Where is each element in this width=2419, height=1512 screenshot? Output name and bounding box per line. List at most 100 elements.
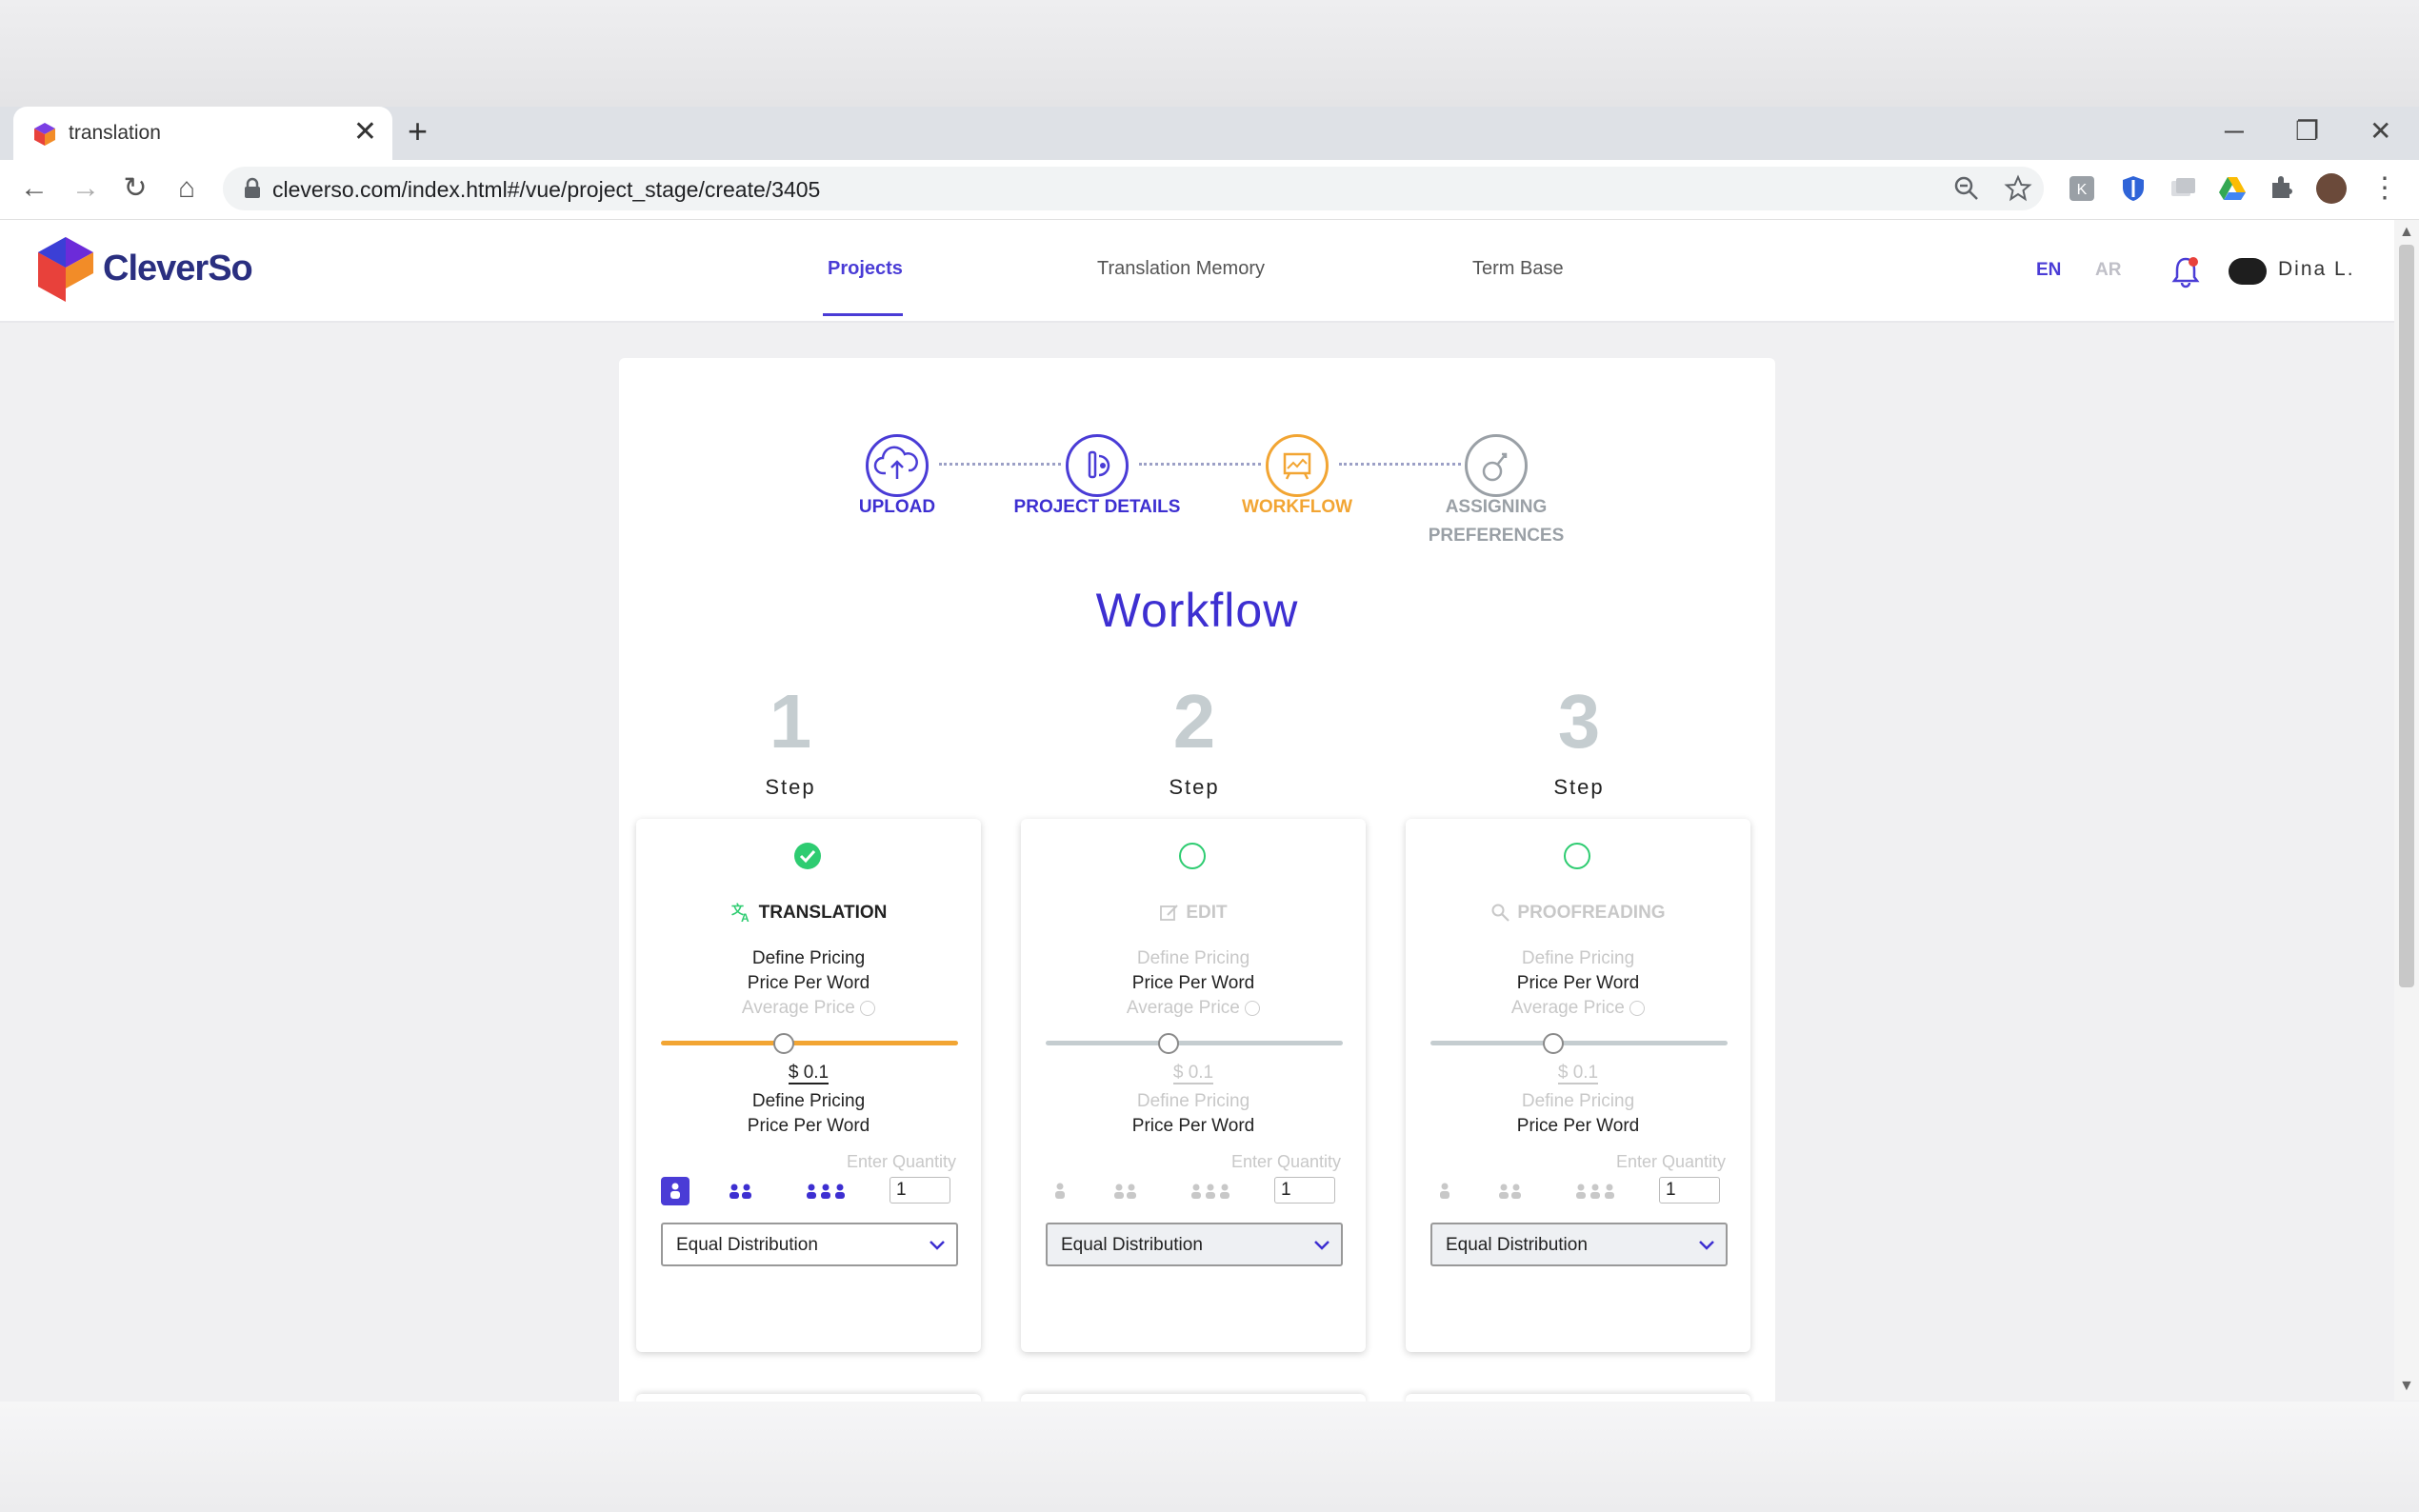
tab-close-icon[interactable]: ✕ xyxy=(353,116,377,149)
price-text: $ 0.1 xyxy=(1172,1063,1214,1084)
quantity-input[interactable]: 1 xyxy=(1659,1177,1720,1204)
nav-term-base[interactable]: Term Base xyxy=(1472,258,1564,280)
forward-button[interactable]: → xyxy=(69,171,103,206)
window-close-button[interactable]: ✕ xyxy=(2369,114,2391,149)
empty-circle-icon[interactable] xyxy=(1563,842,1591,870)
define-pricing-label: Define Pricing xyxy=(1136,948,1250,968)
extension-gray-icon[interactable] xyxy=(2168,173,2198,204)
svg-text:K: K xyxy=(2077,182,2088,198)
notification-bell-icon[interactable] xyxy=(2169,254,2202,288)
price-slider-knob[interactable] xyxy=(1157,1033,1179,1054)
address-bar[interactable]: cleverso.com/index.html#/vue/project_sta… xyxy=(223,167,2044,210)
translate-icon: 文 A xyxy=(731,903,750,924)
three-users-button[interactable] xyxy=(1571,1177,1619,1205)
stepper-upload-circle[interactable] xyxy=(866,434,929,497)
home-button[interactable]: ⌂ xyxy=(170,171,204,206)
tab-title: translation xyxy=(69,122,161,144)
quantity-input[interactable]: 1 xyxy=(890,1177,950,1204)
price-per-word-label-2: Price Per Word xyxy=(1516,1116,1640,1136)
step-number: 3 xyxy=(1557,679,1601,764)
nav-projects[interactable]: Projects xyxy=(828,258,903,280)
define-pricing-label: Define Pricing xyxy=(1521,948,1635,968)
enter-quantity-label: Enter Quantity xyxy=(1615,1152,1726,1171)
preferences-icon xyxy=(1482,452,1508,482)
price-slider-track[interactable] xyxy=(1430,1041,1728,1045)
profile-avatar[interactable] xyxy=(2316,173,2347,204)
distribution-select[interactable]: Equal Distribution xyxy=(1046,1223,1343,1266)
user-avatar[interactable] xyxy=(2229,258,2267,285)
card-title-text: EDIT xyxy=(1186,903,1228,924)
browser-menu-icon[interactable]: ⋮ xyxy=(2368,171,2402,206)
screen-bottom-area xyxy=(0,1402,2419,1512)
cleverso-logo-icon[interactable] xyxy=(36,235,95,304)
page-scrollbar[interactable]: ▲ ▼ xyxy=(2394,220,2419,1401)
stepper-preferences-circle[interactable] xyxy=(1465,434,1528,497)
lang-en-button[interactable]: EN xyxy=(2036,260,2061,281)
price-slider-knob[interactable] xyxy=(772,1033,794,1054)
single-user-button[interactable] xyxy=(1430,1177,1459,1205)
stepper-preferences-label-line2: PREFERENCES xyxy=(1428,526,1565,546)
info-icon[interactable] xyxy=(1245,1000,1261,1016)
quantity-input[interactable]: 1 xyxy=(1274,1177,1335,1204)
single-user-button[interactable] xyxy=(661,1177,690,1205)
scroll-thumb[interactable] xyxy=(2399,245,2414,987)
magnifier-icon xyxy=(1491,904,1510,922)
price-per-word-label: Price Per Word xyxy=(747,973,870,993)
chevron-down-icon xyxy=(1314,1241,1329,1250)
extension-k-icon[interactable]: K xyxy=(2067,173,2097,204)
check-circle-icon[interactable] xyxy=(793,842,822,870)
scroll-up-icon[interactable]: ▲ xyxy=(2399,224,2414,241)
distribution-value: Equal Distribution xyxy=(676,1235,818,1255)
price-slider-track[interactable] xyxy=(661,1041,958,1045)
info-icon[interactable] xyxy=(860,1000,876,1016)
average-price-label: Average Price xyxy=(636,998,981,1019)
price-slider-knob[interactable] xyxy=(1542,1033,1564,1054)
three-users-button[interactable] xyxy=(1187,1177,1234,1205)
logo-text[interactable]: CleverSo xyxy=(103,249,253,289)
zoom-icon[interactable] xyxy=(1952,174,1981,203)
screen-top-area xyxy=(0,0,2419,107)
extensions-puzzle-icon[interactable] xyxy=(2267,173,2297,204)
distribution-value: Equal Distribution xyxy=(1061,1235,1203,1255)
stepper-workflow-circle[interactable] xyxy=(1266,434,1329,497)
shield-icon[interactable] xyxy=(2118,173,2149,204)
reload-button[interactable]: ↻ xyxy=(118,171,152,206)
edit-icon xyxy=(1160,905,1179,921)
three-users-button[interactable] xyxy=(802,1177,850,1205)
single-user-button[interactable] xyxy=(1046,1177,1074,1205)
user-name[interactable]: Dina L. xyxy=(2278,258,2355,281)
two-users-button[interactable] xyxy=(1493,1177,1528,1205)
nav-translation-memory[interactable]: Translation Memory xyxy=(1097,258,1265,280)
card-title: PROOFREADING xyxy=(1406,903,1750,924)
distribution-select[interactable]: Equal Distribution xyxy=(661,1223,958,1266)
price-value: $ 0.1 xyxy=(1021,1063,1366,1084)
two-users-button[interactable] xyxy=(724,1177,758,1205)
workflow-icon xyxy=(1283,452,1311,480)
define-pricing-label-2: Define Pricing xyxy=(751,1091,866,1111)
browser-tab[interactable]: translation ✕ xyxy=(13,107,392,160)
restore-button[interactable]: ❐ xyxy=(2295,114,2319,149)
lang-ar-button[interactable]: AR xyxy=(2095,260,2121,281)
step-label: Step xyxy=(1553,775,1605,799)
card-title-text: TRANSLATION xyxy=(758,903,888,924)
bookmark-star-icon[interactable] xyxy=(2004,174,2032,203)
average-price-text: Average Price xyxy=(1126,998,1240,1018)
card-title-text: PROOFREADING xyxy=(1517,903,1666,924)
back-button[interactable]: ← xyxy=(17,171,51,206)
price-slider-track[interactable] xyxy=(1046,1041,1343,1045)
distribution-select[interactable]: Equal Distribution xyxy=(1430,1223,1728,1266)
step-card-proofreading: PROOFREADING Define Pricing Price Per Wo… xyxy=(1406,819,1750,1352)
minimize-button[interactable]: ─ xyxy=(2225,114,2244,149)
stepper-project-details-circle[interactable] xyxy=(1066,434,1129,497)
define-pricing-label-2: Define Pricing xyxy=(1136,1091,1250,1111)
info-icon[interactable] xyxy=(1629,1000,1646,1016)
empty-circle-icon[interactable] xyxy=(1178,842,1207,870)
scroll-down-icon[interactable]: ▼ xyxy=(2399,1378,2414,1395)
two-users-button[interactable] xyxy=(1109,1177,1143,1205)
browser-tabstrip: translation ✕ + ─ ❐ ✕ xyxy=(0,107,2419,160)
average-price-text: Average Price xyxy=(1510,998,1625,1018)
new-tab-button[interactable]: + xyxy=(408,112,428,150)
drive-icon[interactable] xyxy=(2217,173,2248,204)
three-users-icon xyxy=(1191,1184,1229,1199)
lock-icon xyxy=(245,177,260,198)
